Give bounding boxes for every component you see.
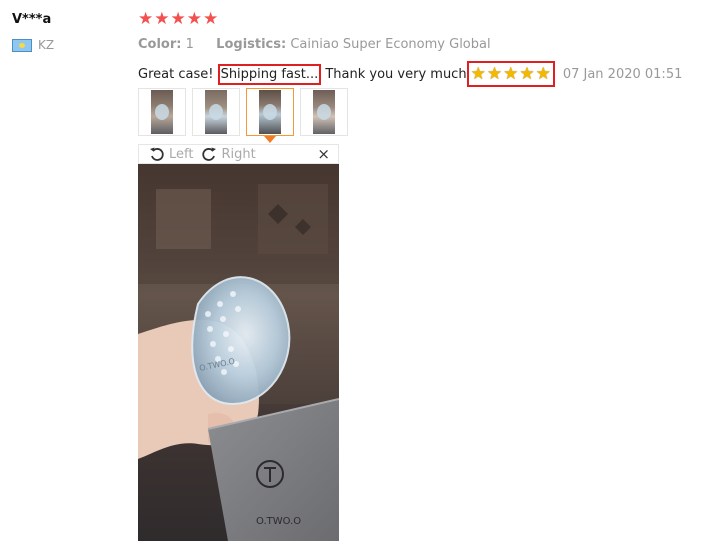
gold-star-icon: ★: [535, 63, 551, 84]
review-photo-image: O.TWO.O O.TWO.O: [138, 164, 339, 541]
photo-thumbnail[interactable]: [138, 88, 186, 136]
star-rating: ★ ★ ★ ★ ★: [138, 11, 218, 28]
active-thumbnail-caret: [264, 136, 276, 143]
review-date: 07 Jan 2020 01:51: [562, 66, 683, 82]
gold-star-icon: ★: [503, 63, 519, 84]
gold-star-icon: ★: [470, 63, 486, 84]
review-text-start: Great case!: [138, 66, 218, 82]
reviewer-name: V***a: [12, 12, 52, 27]
photo-thumbnail-image: [313, 90, 335, 134]
star-icon: ★: [186, 9, 202, 29]
country-code: KZ: [38, 38, 55, 52]
star-icon: ★: [203, 9, 219, 29]
star-icon: ★: [138, 9, 154, 29]
review-text: Great case! Shipping fast... Thank you v…: [138, 61, 682, 87]
photo-viewer-toolbar: Left Right ×: [138, 144, 339, 164]
rotate-right-icon: [202, 147, 217, 161]
close-viewer-button[interactable]: ×: [317, 145, 330, 163]
order-meta: Color: 1 Logistics: Cainiao Super Econom…: [138, 37, 491, 52]
pouch-brand-text: O.TWO.O: [256, 516, 301, 527]
photo-thumbnails: [138, 88, 348, 136]
rotate-right-button[interactable]: Right: [201, 146, 256, 162]
photo-thumbnail-active[interactable]: [246, 88, 294, 136]
photo-thumbnail-image: [205, 90, 227, 134]
rotate-left-label: Left: [169, 146, 194, 162]
photo-thumbnail[interactable]: [192, 88, 240, 136]
photo-thumbnail-image: [259, 90, 281, 134]
photo-thumbnail-image: [151, 90, 173, 134]
highlight-box-stars: ★ ★ ★ ★ ★: [466, 61, 555, 87]
star-icon: ★: [154, 9, 170, 29]
review-text-end: Thank you very much: [321, 66, 467, 82]
star-icon: ★: [170, 9, 186, 29]
review-photo: O.TWO.O O.TWO.O: [138, 164, 339, 541]
logistics-value: Cainiao Super Economy Global: [290, 37, 491, 52]
logistics-label: Logistics:: [216, 37, 287, 52]
gold-star-icon: ★: [519, 63, 535, 84]
gold-star-icon: ★: [486, 63, 503, 84]
kazakhstan-flag-icon: [12, 38, 32, 52]
highlight-box-shipping: Shipping fast...: [217, 63, 322, 85]
color-label: Color:: [138, 37, 182, 52]
rotate-left-button[interactable]: Left: [149, 146, 193, 162]
reviewer-country: KZ: [12, 38, 54, 52]
rotate-right-label: Right: [221, 146, 256, 162]
rotate-left-icon: [150, 147, 164, 161]
photo-thumbnail[interactable]: [300, 88, 348, 136]
color-value: 1: [185, 37, 194, 52]
